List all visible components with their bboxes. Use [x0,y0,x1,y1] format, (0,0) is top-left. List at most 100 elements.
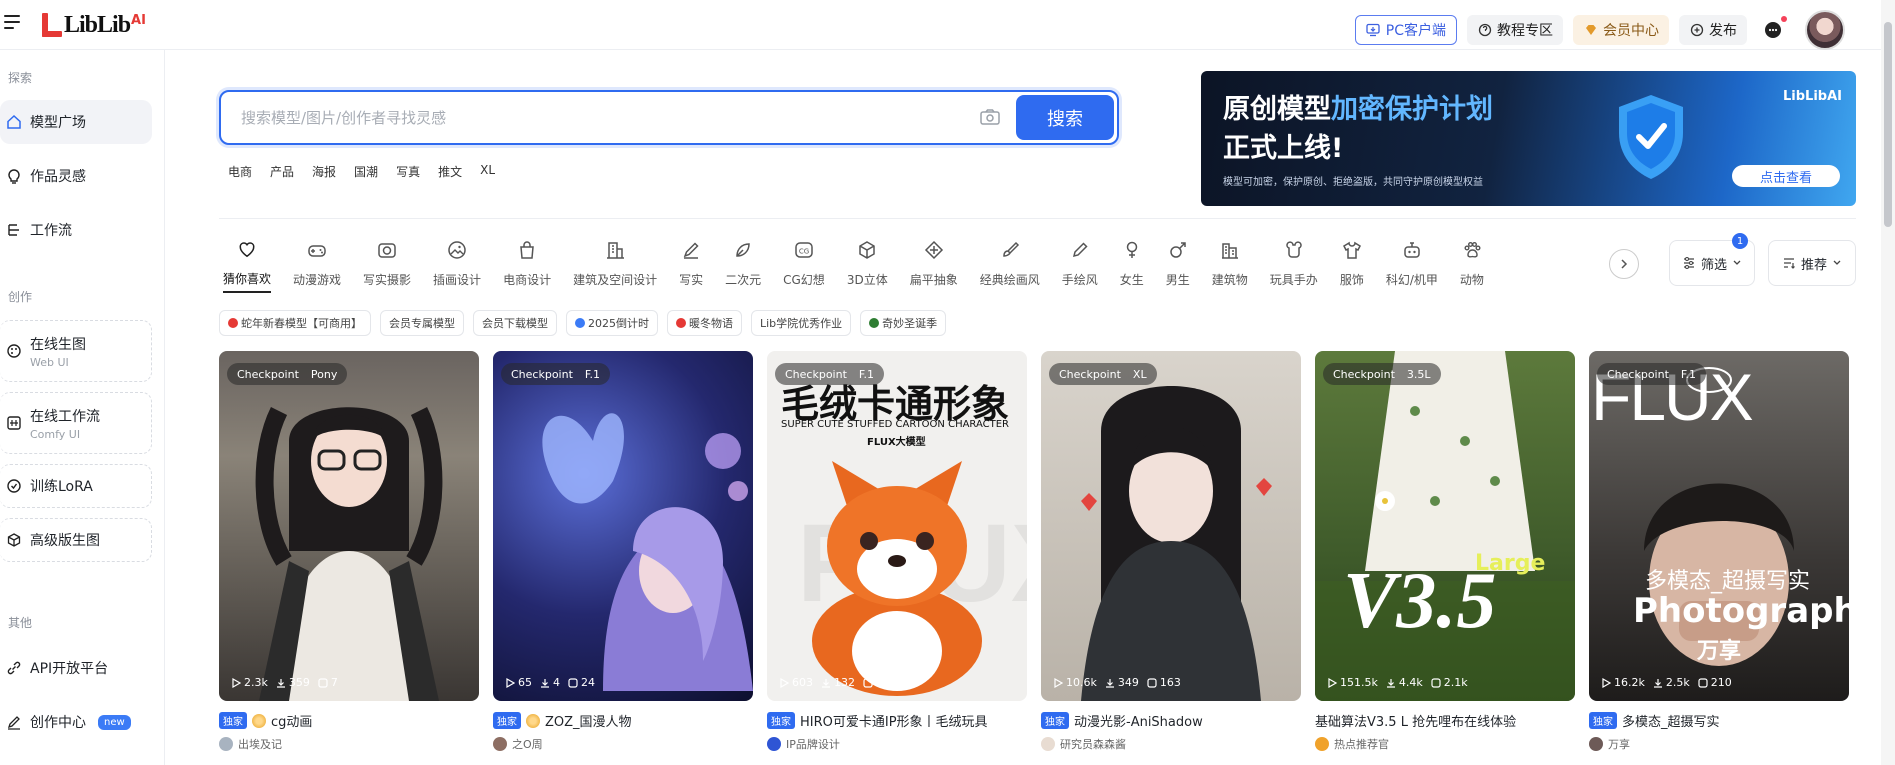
promo-banner[interactable]: 原创模型加密保护计划 正式上线! 模型可加密，保护原创、拒绝盗版，共同守护原创模… [1201,71,1856,206]
category-item[interactable]: 建筑物 [1201,233,1259,293]
category-item[interactable]: 服饰 [1329,233,1375,293]
category-item[interactable]: 建筑及空间设计 [562,233,668,293]
model-card[interactable]: FLUX 毛绒卡通形象 SUPER CUTE STUFFED CARTOON C… [767,351,1027,752]
category-item[interactable]: 动物 [1449,233,1495,293]
images-stat: 7 [318,676,338,689]
vip-center-button[interactable]: 会员中心 [1573,15,1669,45]
category-item[interactable]: 插画设计 [422,233,492,293]
tutorial-button[interactable]: 教程专区 [1467,15,1563,45]
category-item[interactable]: CG CG幻想 [772,233,836,293]
topic-chip[interactable]: 会员下载模型 [473,310,557,336]
exclusive-badge: 独家 [493,712,521,729]
model-title[interactable]: ZOZ_国漫人物 [545,711,632,730]
category-next-button[interactable] [1609,249,1639,279]
sidebar-item-train-lora[interactable]: 训练LoRA [0,464,152,508]
category-label: 服饰 [1339,273,1364,287]
diamond-icon [1583,23,1598,38]
chip-label: 暖冬物语 [689,317,733,330]
topic-chip[interactable]: Lib学院优秀作业 [751,310,852,336]
menu-icon[interactable] [4,15,20,29]
pc-client-button[interactable]: PC客户端 [1354,15,1457,45]
author-row[interactable]: 之O周 [493,736,753,752]
overlay-small-text: 万享 [1697,639,1742,664]
category-item[interactable]: 玩具手办 [1259,233,1329,293]
category-item[interactable]: 写实摄影 [352,233,422,293]
category-item[interactable]: 男生 [1155,233,1201,293]
scrollbar-thumb[interactable] [1884,22,1892,227]
publish-button[interactable]: 发布 [1679,15,1747,45]
model-thumbnail[interactable]: FLUX 多模态_超摄写实 Photography 万享 CheckpointF… [1589,351,1849,701]
search-button[interactable]: 搜索 [1016,95,1114,140]
model-thumbnail[interactable]: Checkpoint F.1 65 4 24 [493,351,753,701]
topic-chip[interactable]: 蛇年新春模型【可商用】 [219,310,371,336]
author-row[interactable]: 热点推荐官 [1315,736,1575,752]
chip-icon [869,318,880,328]
author-row[interactable]: 出埃及记 [219,736,479,752]
model-thumbnail[interactable]: FLUX 毛绒卡通形象 SUPER CUTE STUFFED CARTOON C… [767,351,1027,701]
sidebar-item-creator-center[interactable]: 创作中心 new [0,700,152,744]
category-item[interactable]: 二次元 [714,233,772,293]
model-card[interactable]: Checkpoint Pony 2.3k 359 7 独家 cg动画 出埃及记 [219,351,479,752]
model-title[interactable]: 动漫光影-AniShadow [1074,711,1203,730]
exclusive-badge: 独家 [219,712,247,729]
hot-tag[interactable]: 推文 [438,163,462,180]
author-row[interactable]: 万享 [1589,736,1849,752]
hot-tag[interactable]: 写真 [396,163,420,180]
page-scrollbar[interactable] [1881,0,1895,765]
model-title[interactable]: 基础算法V3.5 L 抢先哩布在线体验 [1315,711,1516,730]
author-avatar [1041,737,1055,751]
topic-chip[interactable]: 2025倒计时 [566,310,658,336]
model-title[interactable]: 多模态_超摄写实 [1622,711,1720,730]
category-item[interactable]: 扁平抽象 [899,233,969,293]
sidebar-item-online-gen[interactable]: 在线生图 Web UI [0,320,152,382]
category-item[interactable]: 科幻/机甲 [1375,233,1449,293]
category-item[interactable]: 电商设计 [492,233,562,293]
sidebar-item-api[interactable]: API开放平台 [0,646,152,690]
model-type: Checkpoint [1607,367,1669,381]
sidebar-item-inspiration[interactable]: 作品灵感 [0,154,152,198]
filter-button[interactable]: 筛选 1 [1669,233,1755,286]
author-row[interactable]: IP品牌设计 [767,736,1027,752]
sidebar-item-online-workflow[interactable]: 在线工作流 Comfy UI [0,392,152,454]
model-type: Checkpoint [237,367,299,381]
model-thumbnail[interactable]: Checkpoint Pony 2.3k 359 7 [219,351,479,701]
hot-tag[interactable]: XL [480,163,495,180]
model-thumbnail[interactable]: Checkpoint XL 10.6k 349 163 [1041,351,1301,701]
category-item[interactable]: 手绘风 [1051,233,1109,293]
category-label: 写实 [679,273,704,287]
sidebar-item-model-square[interactable]: 模型广场 [0,100,152,144]
model-card[interactable]: V3.5 Large Checkpoint 3.5L 151.5k 4.4k 2.… [1315,351,1575,752]
topic-chip[interactable]: 暖冬物语 [667,310,742,336]
model-thumbnail[interactable]: V3.5 Large Checkpoint 3.5L 151.5k 4.4k 2.… [1315,351,1575,701]
sidebar-item-advanced-gen[interactable]: 高级版生图 [0,518,152,562]
hot-tag[interactable]: 海报 [312,163,336,180]
model-title[interactable]: cg动画 [271,711,312,730]
category-item[interactable]: 3D立体 [836,233,899,293]
model-title[interactable]: HIRO可爱卡通IP形象丨毛绒玩具 [800,711,988,730]
search-input[interactable] [241,106,941,130]
sidebar-item-workflow[interactable]: 工作流 [0,208,152,252]
hot-tag[interactable]: 国潮 [354,163,378,180]
user-avatar[interactable] [1805,10,1845,50]
topic-chip[interactable]: 会员专属模型 [380,310,464,336]
category-item[interactable]: 动漫游戏 [282,233,352,293]
hot-tag[interactable]: 产品 [270,163,294,180]
message-icon[interactable] [1761,16,1787,42]
topic-chip[interactable]: 奇妙圣诞季 [860,310,947,336]
filter-label: 筛选 [1700,257,1727,273]
category-item[interactable]: 经典绘画风 [969,233,1051,293]
camera-icon[interactable] [979,108,1001,126]
hot-tag[interactable]: 电商 [228,163,252,180]
author-row[interactable]: 研究员森森酱 [1041,736,1301,752]
category-item[interactable]: 写实 [668,233,714,293]
model-card[interactable]: FLUX 多模态_超摄写实 Photography 万享 CheckpointF… [1589,351,1849,752]
banner-cta-button[interactable]: 点击查看 [1732,165,1840,187]
model-card[interactable]: Checkpoint XL 10.6k 349 163 独家 动漫光影-AniSh… [1041,351,1301,752]
logo[interactable]: LibLib AI [40,10,146,40]
grid-icon [6,415,22,431]
category-item[interactable]: 猜你喜欢 [212,233,282,293]
sort-button[interactable]: 推荐 [1768,240,1856,286]
model-card[interactable]: Checkpoint F.1 65 4 24 独家 ZOZ_国漫人物 之O周 [493,351,753,752]
category-item[interactable]: 女生 [1109,233,1155,293]
overlay-big-text: V3.5 [1343,557,1497,645]
